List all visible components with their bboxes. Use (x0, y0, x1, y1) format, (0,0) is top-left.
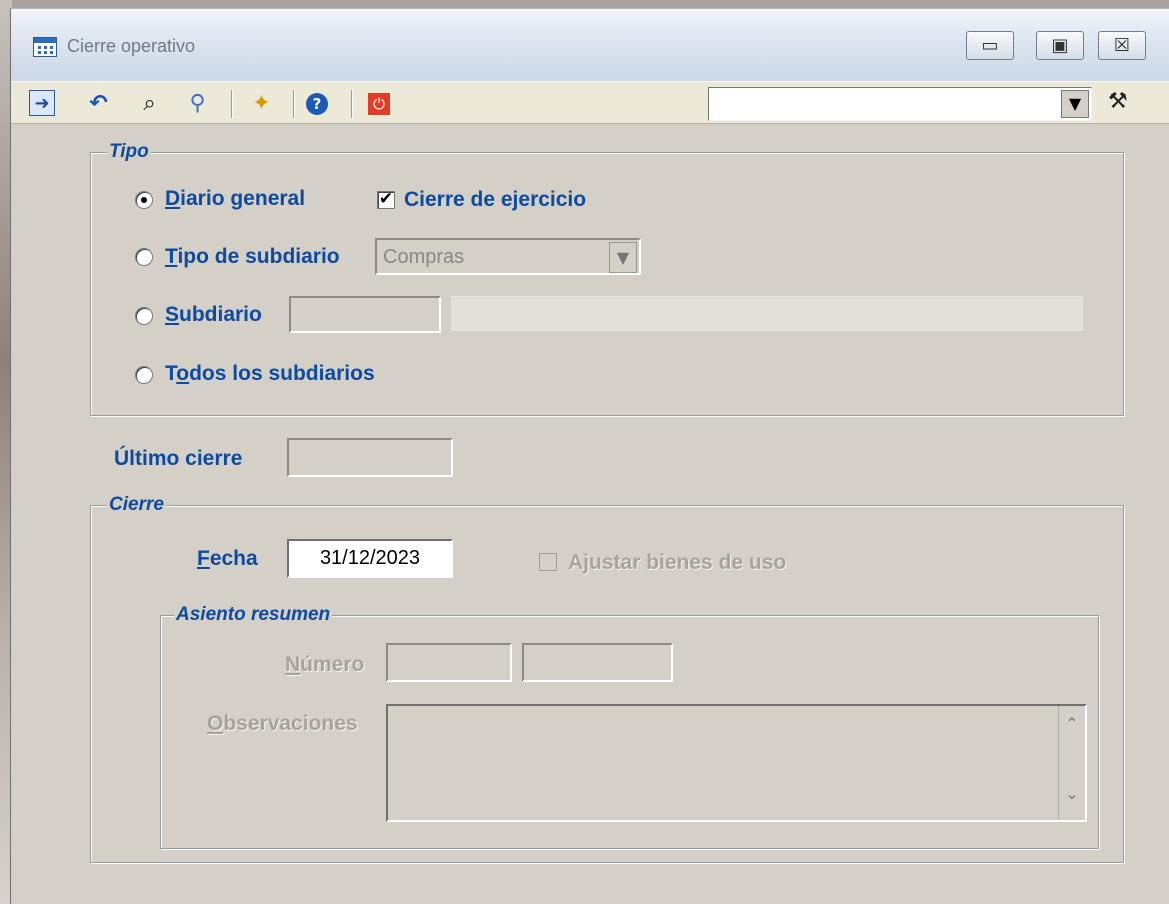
power-icon[interactable]: ⏻ (368, 93, 390, 115)
toolbar: ➜ ↶ ⌕ ⚲ ✦ ? ⏻ ▼ ⚒ (11, 81, 1169, 124)
numero-label: Número (285, 653, 365, 676)
cierre-legend: Cierre (107, 493, 166, 517)
ultimo-cierre-label: Último cierre (114, 447, 243, 470)
enter-icon[interactable]: ➜ (29, 90, 55, 116)
tipo-subdiario-label[interactable]: Tipo de subdiario (165, 244, 340, 270)
toolbar-search-combo[interactable]: ▼ (708, 87, 1092, 121)
numero-field-1[interactable] (386, 643, 512, 682)
ajustar-bienes-checkbox[interactable] (539, 553, 557, 571)
observaciones-textarea[interactable]: ⌃ ⌄ (386, 704, 1087, 822)
ultimo-cierre-field[interactable] (287, 438, 453, 477)
tipo-subdiario-value: Compras (383, 246, 465, 268)
subdiario-code-field[interactable] (289, 296, 441, 333)
close-icon: ☒ (1113, 35, 1131, 56)
minimize-icon: ▭ (981, 35, 999, 56)
tipo-legend: Tipo (107, 140, 151, 164)
cierre-operativo-window: Cierre operativo ▭ ▣ ☒ ➜ ↶ ⌕ ⚲ ✦ ? ⏻ ▼ ⚒… (10, 8, 1169, 904)
find-icon[interactable]: ⌕ (136, 90, 163, 117)
tipo-subdiario-radio[interactable] (135, 248, 153, 266)
scroll-up-icon[interactable]: ⌃ (1059, 714, 1085, 733)
maximize-icon: ▣ (1051, 35, 1069, 56)
minimize-button[interactable]: ▭ (966, 31, 1014, 60)
select-arrow-icon[interactable]: ▼ (609, 242, 637, 273)
observaciones-scrollbar[interactable]: ⌃ ⌄ (1058, 706, 1085, 820)
cierre-ejercicio-checkbox[interactable]: ✔ (377, 191, 395, 209)
ajustar-bienes-label: Ajustar bienes de uso (568, 551, 787, 574)
undo-icon[interactable]: ↶ (85, 90, 112, 117)
calendar-app-icon (33, 37, 57, 57)
scroll-down-icon[interactable]: ⌄ (1059, 784, 1085, 803)
subdiario-label[interactable]: Subdiario (165, 302, 262, 328)
fecha-input[interactable]: 31/12/2023 (287, 539, 453, 578)
title-bar: Cierre operativo ▭ ▣ ☒ (11, 9, 1169, 81)
todos-subdiarios-label[interactable]: Todos los subdiarios (165, 361, 375, 387)
asiento-resumen-legend: Asiento resumen (174, 603, 333, 627)
toolbar-separator (351, 90, 353, 118)
wand-icon[interactable]: ⚒ (1108, 89, 1142, 119)
subdiario-radio[interactable] (135, 307, 153, 325)
help-icon[interactable]: ? (306, 93, 328, 115)
todos-subdiarios-radio[interactable] (135, 366, 153, 384)
magnifier-icon[interactable]: ⚲ (184, 90, 211, 117)
toolbar-separator (293, 90, 295, 118)
numero-field-2[interactable] (522, 643, 673, 682)
diario-general-radio[interactable] (135, 191, 153, 209)
window-title: Cierre operativo (67, 36, 196, 56)
maximize-button[interactable]: ▣ (1036, 31, 1084, 60)
fecha-label: Fecha (197, 547, 258, 570)
close-button[interactable]: ☒ (1098, 31, 1146, 60)
dropdown-arrow-icon[interactable]: ▼ (1061, 90, 1089, 118)
toolbar-separator (231, 90, 233, 118)
diario-general-label[interactable]: Diario general (165, 186, 305, 212)
observaciones-label: Observaciones (207, 712, 358, 735)
tipo-subdiario-select[interactable]: Compras ▼ (375, 238, 641, 275)
new-record-icon[interactable]: ✦ (248, 90, 275, 117)
cierre-ejercicio-label[interactable]: Cierre de ejercicio (404, 187, 586, 213)
subdiario-description-field (451, 296, 1083, 331)
